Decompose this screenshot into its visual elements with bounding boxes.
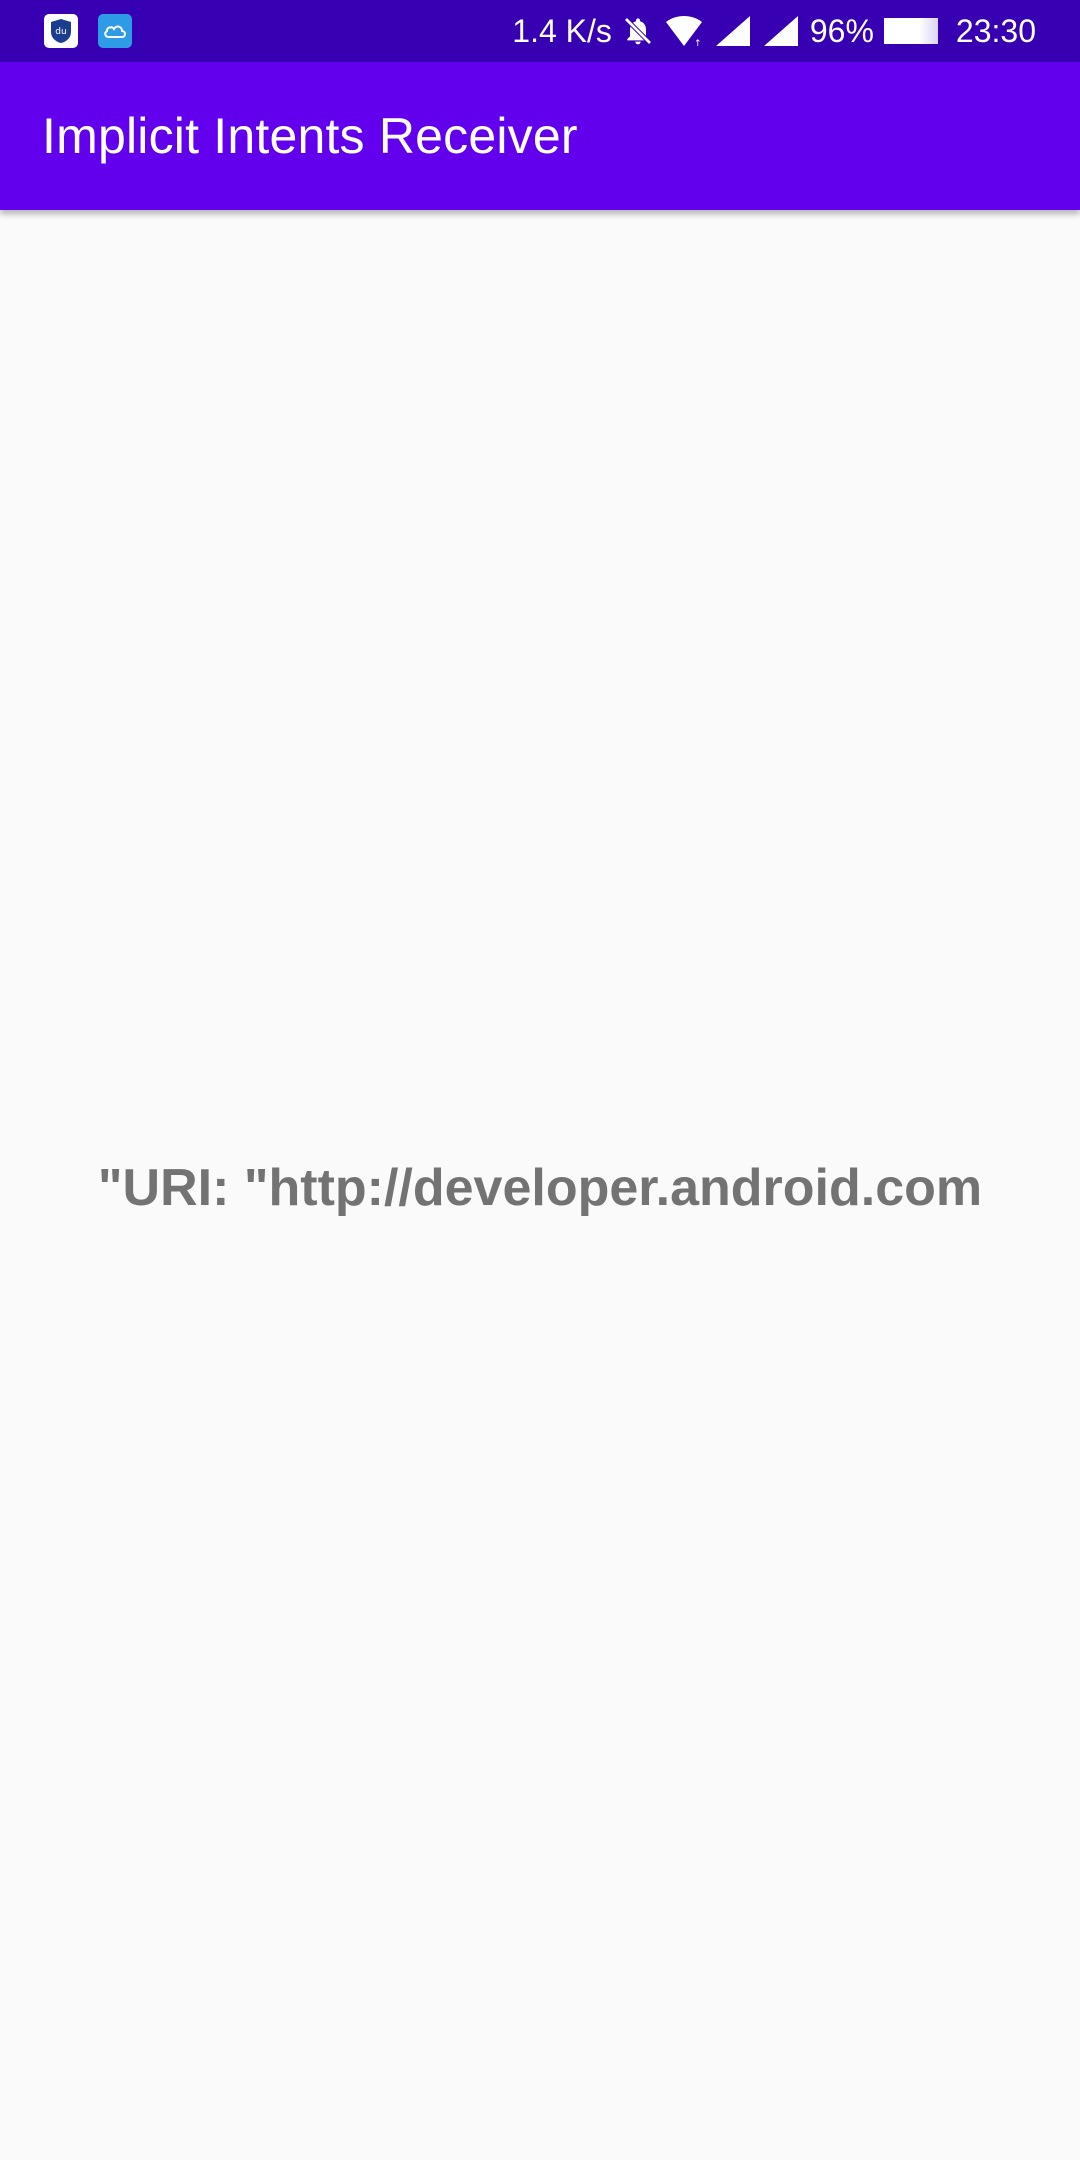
battery-percent: 96% <box>809 13 874 49</box>
main-content: "URI: "http://developer.android.com <box>0 210 1080 2160</box>
network-speed: 1.4 K/s <box>512 13 612 49</box>
wifi-icon: ↑ <box>665 16 702 48</box>
uri-text: "URI: "http://developer.android.com <box>97 1159 983 1217</box>
cloud-icon <box>98 14 132 48</box>
svg-text:↑: ↑ <box>694 39 702 48</box>
app-notification-icon: du <box>44 14 78 48</box>
signal-icon-2 <box>763 16 798 46</box>
clock: 23:30 <box>955 13 1036 49</box>
app-bar: Implicit Intents Receiver <box>0 62 1080 210</box>
signal-icon <box>715 16 750 46</box>
status-bar: du 1.4 K/s ↑ 96% 23:30 <box>0 0 1080 62</box>
app-title: Implicit Intents Receiver <box>42 108 578 164</box>
status-indicators: 1.4 K/s ↑ 96% 23:30 <box>512 14 1036 48</box>
status-notifications: du <box>44 14 132 48</box>
battery-icon <box>883 18 938 44</box>
bell-off-icon <box>624 17 652 45</box>
svg-text:du: du <box>55 27 66 37</box>
